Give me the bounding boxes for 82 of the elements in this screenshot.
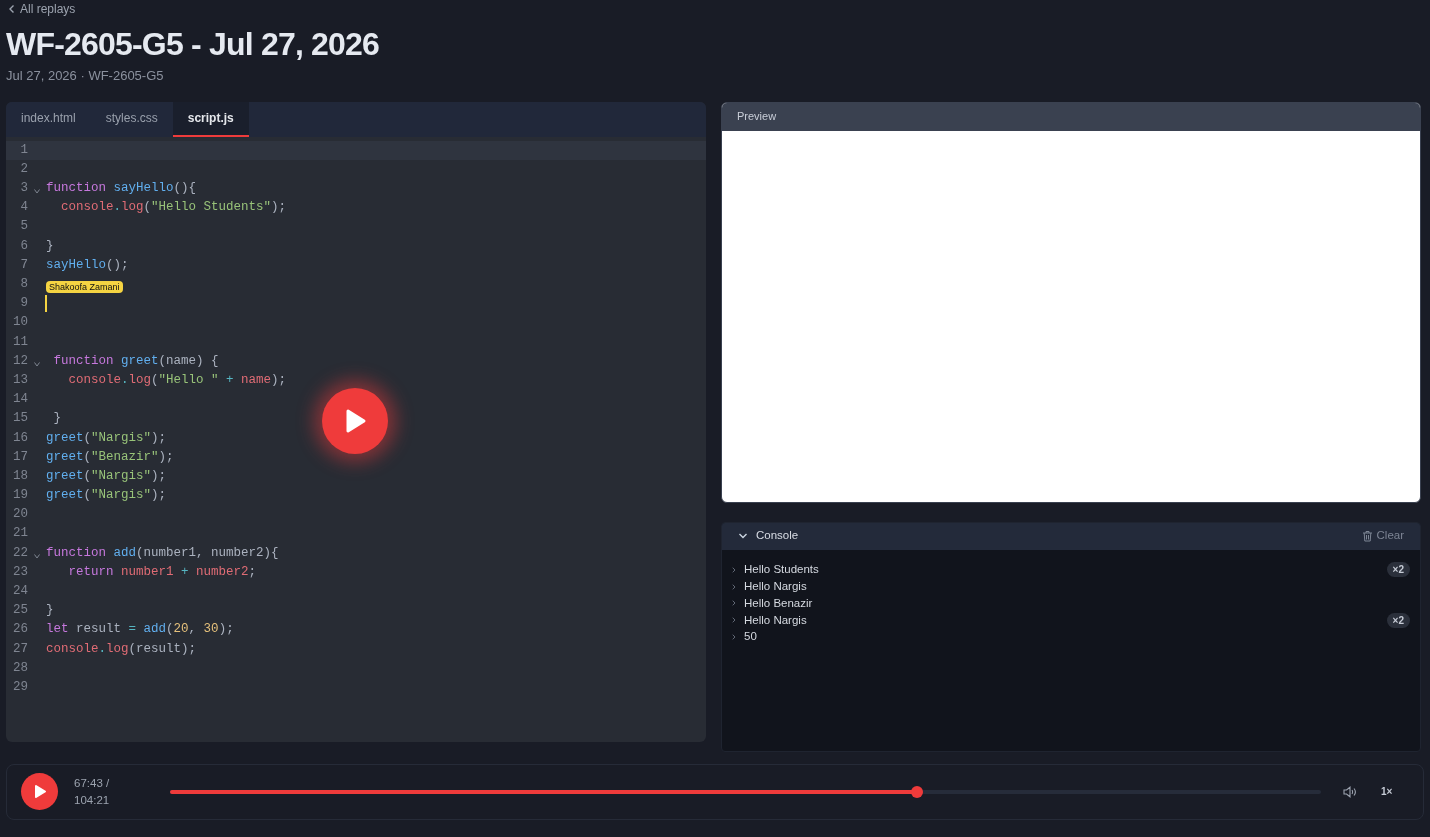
back-link[interactable]: All replays	[20, 0, 76, 18]
console-message: Hello Students	[744, 562, 819, 578]
fold-chevron-icon[interactable]	[34, 553, 40, 559]
preview-title: Preview	[737, 109, 777, 125]
line-number: 17	[12, 448, 28, 466]
repeat-count: ×2	[1386, 612, 1410, 628]
file-tab[interactable]: script.js	[172, 101, 249, 137]
chevron-right-icon[interactable]	[732, 583, 736, 590]
line-number: 19	[12, 487, 28, 505]
code-line: }	[52, 410, 61, 428]
code-line: greet("Benazir");	[46, 448, 174, 466]
clear-button[interactable]: Clear	[1361, 527, 1404, 545]
line-number: 27	[12, 640, 28, 658]
line-number: 25	[12, 602, 28, 620]
line-number: 22	[12, 544, 28, 562]
file-tab[interactable]: styles.css	[90, 101, 173, 137]
line-number: 21	[12, 525, 28, 543]
code-line: console.log("Hello " + name);	[67, 371, 287, 389]
line-number: 2	[19, 160, 28, 178]
current-time: 67:43 /	[74, 775, 111, 791]
chevron-right-icon[interactable]	[732, 600, 736, 607]
code-line: }	[46, 237, 54, 255]
fold-chevron-icon[interactable]	[34, 361, 40, 367]
code-line: sayHello();	[46, 256, 129, 274]
code-line: console.log(result);	[46, 640, 197, 658]
page-subtitle: Jul 27, 2026 · WF-2605-G5	[6, 67, 165, 85]
line-number: 24	[12, 583, 28, 601]
line-number: 20	[12, 506, 28, 524]
collaborator-label: Shakoofa Zamani	[46, 281, 123, 293]
line-number: 28	[12, 659, 28, 677]
code-line: console.log("Hello Students");	[60, 199, 287, 217]
text-cursor	[45, 295, 47, 313]
play-overlay-button[interactable]	[322, 387, 388, 454]
console-message: Hello Benazir	[744, 595, 813, 611]
volume-icon[interactable]	[1343, 785, 1357, 798]
speed-button[interactable]: 1×	[1381, 784, 1393, 799]
line-number: 14	[12, 391, 28, 409]
line-number: 3	[19, 180, 28, 198]
code-line: function sayHello(){	[46, 180, 197, 198]
play-button[interactable]	[21, 773, 58, 810]
file-tab[interactable]: index.html	[6, 101, 91, 137]
code-line: greet("Nargis");	[46, 429, 167, 447]
chevron-down-icon[interactable]	[738, 532, 748, 540]
page-title: WF-2605-G5 - Jul 27, 2026	[6, 25, 381, 64]
line-number: 10	[12, 314, 28, 332]
code-line: greet("Nargis");	[46, 467, 167, 485]
play-icon	[32, 784, 47, 799]
chevron-right-icon[interactable]	[732, 566, 736, 573]
line-number: 13	[12, 371, 28, 389]
line-number: 1	[19, 141, 28, 159]
line-number: 18	[12, 467, 28, 485]
line-number: 16	[12, 429, 28, 447]
back-chevron-icon	[8, 4, 16, 14]
line-number: 8	[19, 276, 28, 294]
line-number: 12	[12, 352, 28, 370]
line-number: 9	[19, 295, 28, 313]
total-duration: 104:21	[74, 792, 111, 808]
line-number: 26	[12, 621, 28, 639]
line-number: 6	[19, 237, 28, 255]
line-number: 4	[19, 199, 28, 217]
chevron-right-icon[interactable]	[732, 634, 736, 641]
code-line: function greet(name) {	[52, 352, 219, 370]
line-number: 23	[12, 563, 28, 581]
code-line: function add(number1, number2){	[46, 544, 279, 562]
console-message: Hello Nargis	[744, 579, 807, 595]
trash-icon	[1361, 530, 1373, 542]
line-number: 7	[19, 256, 28, 274]
console-message: 50	[744, 629, 757, 645]
console-message: Hello Nargis	[744, 612, 807, 628]
code-line: return number1 + number2;	[67, 563, 257, 581]
console-title: Console	[756, 528, 799, 544]
line-number: 11	[12, 333, 28, 351]
line-number: 5	[19, 218, 28, 236]
progress-thumb[interactable]	[911, 785, 923, 798]
line-number: 15	[12, 410, 28, 428]
code-line: greet("Nargis");	[46, 487, 167, 505]
repeat-count: ×2	[1386, 562, 1410, 578]
chevron-right-icon[interactable]	[732, 617, 736, 624]
code-line: let result = add(20, 30);	[46, 621, 234, 639]
code-line: }	[46, 602, 54, 620]
line-number: 29	[12, 678, 28, 696]
fold-chevron-icon[interactable]	[34, 188, 40, 194]
